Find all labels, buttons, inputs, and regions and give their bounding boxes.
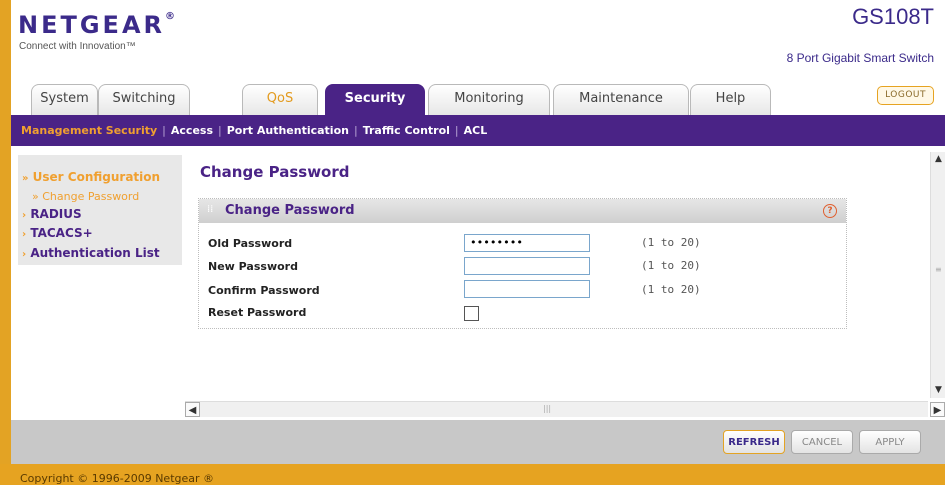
tab-security[interactable]: Security — [325, 84, 425, 116]
subnav-port-authentication[interactable]: Port Authentication — [227, 124, 349, 137]
subnav-separator: | — [218, 124, 222, 137]
sub-navigation: Management Security | Access | Port Authenti… — [11, 115, 945, 146]
cancel-button[interactable]: CANCEL — [791, 430, 853, 454]
subnav-acl[interactable]: ACL — [464, 124, 488, 137]
apply-button[interactable]: APPLY — [859, 430, 921, 454]
scroll-grip-icon: ||| — [543, 404, 552, 413]
chevron-right-icon: » — [32, 190, 39, 203]
scroll-grip-icon: ≡ — [935, 265, 942, 274]
left-edge-bar — [0, 0, 11, 485]
old-password-field[interactable]: •••••••• — [464, 234, 590, 252]
menu-item-tacacs[interactable]: › TACACS+ — [22, 226, 93, 240]
menu-item-authentication-list[interactable]: › Authentication List — [22, 246, 160, 260]
horizontal-scrollbar[interactable]: ◀ ||| ▶ — [185, 401, 945, 417]
menu-subitem-change-password[interactable]: » Change Password — [32, 190, 139, 203]
subnav-traffic-control[interactable]: Traffic Control — [363, 124, 450, 137]
menu-item-radius[interactable]: › RADIUS — [22, 207, 82, 221]
tab-switching[interactable]: Switching — [98, 84, 190, 115]
subnav-access[interactable]: Access — [171, 124, 213, 137]
scroll-left-icon[interactable]: ◀ — [185, 402, 200, 417]
netgear-logo: NETGEAR® — [18, 11, 175, 39]
new-password-hint: (1 to 20) — [641, 259, 701, 272]
chevron-down-icon: » — [22, 173, 29, 184]
subnav-management-security[interactable]: Management Security — [21, 124, 157, 137]
refresh-button[interactable]: REFRESH — [723, 430, 785, 454]
old-password-hint: (1 to 20) — [641, 236, 701, 249]
confirm-password-field[interactable] — [464, 280, 590, 298]
model-name: GS108T — [852, 4, 934, 29]
tab-monitoring[interactable]: Monitoring — [428, 84, 550, 115]
subnav-separator: | — [353, 124, 358, 137]
page-title: Change Password — [200, 163, 350, 181]
reset-password-checkbox[interactable] — [464, 306, 479, 321]
confirm-password-label: Confirm Password — [208, 284, 320, 297]
tagline: Connect with Innovation™ — [19, 41, 136, 52]
new-password-field[interactable] — [464, 257, 590, 275]
scroll-right-icon[interactable]: ▶ — [930, 402, 945, 417]
panel-header: ⁞⁞ Change Password ? — [199, 199, 846, 223]
chevron-right-icon: › — [22, 210, 27, 221]
scroll-up-icon[interactable]: ▲ — [931, 152, 945, 167]
copyright-bar: Copyright © 1996-2009 Netgear ® — [0, 464, 945, 485]
copyright-text: Copyright © 1996-2009 Netgear ® — [20, 472, 215, 485]
reset-password-label: Reset Password — [208, 306, 307, 319]
scroll-down-icon[interactable]: ▼ — [931, 383, 945, 398]
subnav-separator: | — [162, 124, 166, 137]
help-icon[interactable]: ? — [823, 204, 837, 218]
drag-grip-icon: ⁞⁞ — [207, 204, 214, 215]
subnav-separator: | — [454, 124, 459, 137]
menu-item-user-configuration[interactable]: » User Configuration — [22, 170, 160, 184]
logout-button[interactable]: LOGOUT — [877, 86, 934, 105]
vertical-scrollbar[interactable]: ▲ ≡ ▼ — [930, 152, 945, 398]
old-password-label: Old Password — [208, 237, 293, 250]
chevron-right-icon: › — [22, 249, 27, 260]
chevron-right-icon: › — [22, 229, 27, 240]
tab-qos[interactable]: QoS — [242, 84, 318, 115]
tab-system[interactable]: System — [31, 84, 98, 115]
tab-maintenance[interactable]: Maintenance — [553, 84, 689, 115]
tab-help[interactable]: Help — [690, 84, 771, 115]
panel-title: Change Password — [225, 203, 355, 218]
model-description: 8 Port Gigabit Smart Switch — [786, 51, 934, 65]
confirm-password-hint: (1 to 20) — [641, 283, 701, 296]
new-password-label: New Password — [208, 260, 298, 273]
